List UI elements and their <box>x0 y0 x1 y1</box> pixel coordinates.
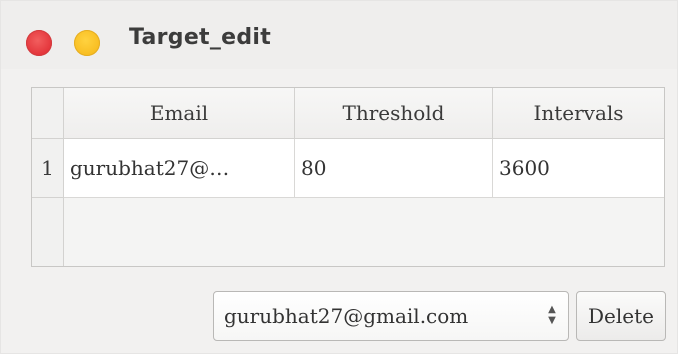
target-edit-window: Target_edit Email Threshold Intervals 1 … <box>0 0 678 354</box>
column-header-email[interactable]: Email <box>64 88 295 139</box>
delete-button[interactable]: Delete <box>576 291 666 341</box>
title-bar: Target_edit <box>1 1 677 69</box>
close-button[interactable] <box>26 30 52 56</box>
cell-threshold[interactable]: 80 <box>295 139 493 198</box>
cell-intervals[interactable]: 3600 <box>493 139 664 198</box>
window-title: Target_edit <box>129 25 272 50</box>
email-select[interactable]: gurubhat27@gmail.com ▲ ▼ <box>213 291 569 341</box>
email-select-value: gurubhat27@gmail.com <box>224 304 469 328</box>
cell-email[interactable]: gurubhat27@… <box>64 139 295 198</box>
targets-table: Email Threshold Intervals 1 gurubhat27@…… <box>31 87 665 267</box>
column-header-intervals[interactable]: Intervals <box>493 88 664 139</box>
column-header-threshold[interactable]: Threshold <box>295 88 493 139</box>
minimize-button[interactable] <box>74 30 100 56</box>
table-corner <box>32 88 64 139</box>
row-number[interactable]: 1 <box>32 139 64 198</box>
spin-arrows-icon: ▲ ▼ <box>548 304 556 326</box>
empty-row-header <box>32 198 64 266</box>
